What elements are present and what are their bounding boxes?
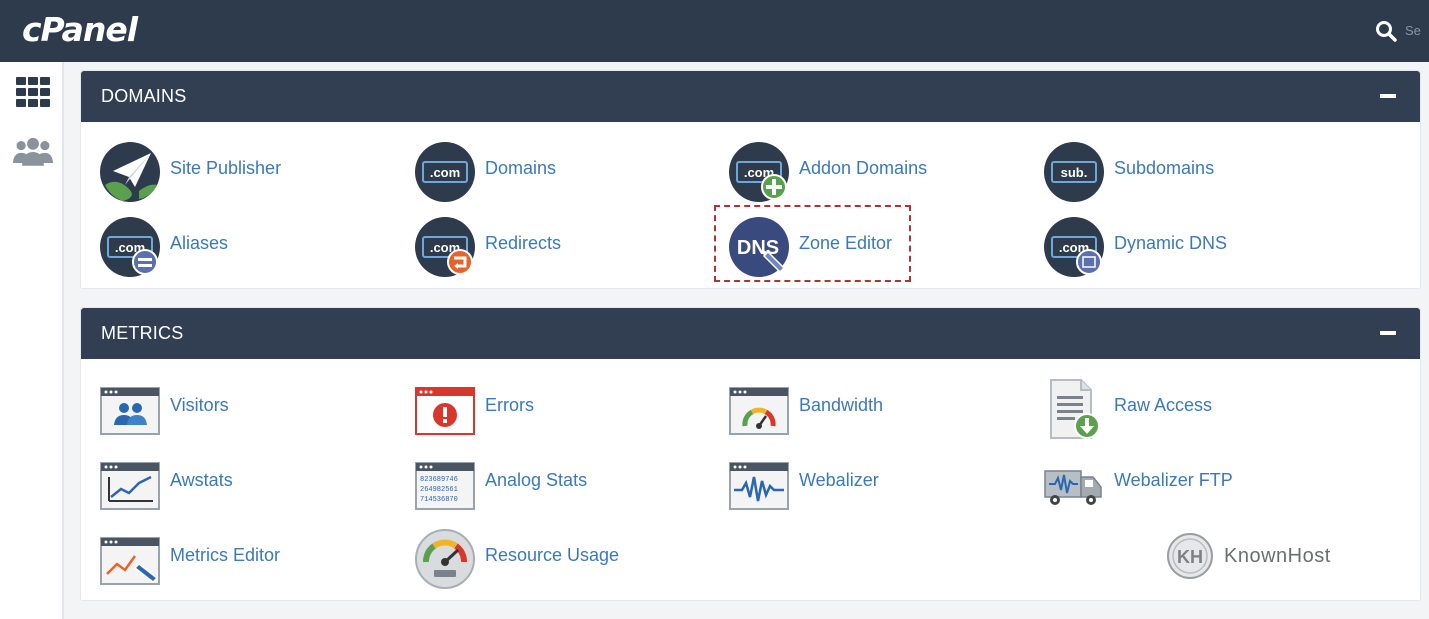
raw-access-label: Raw Access [1114, 395, 1213, 415]
svg-text:sub.: sub. [1061, 165, 1088, 180]
knownhost-watermark: KH KnownHost [1166, 532, 1366, 582]
collapse-icon[interactable] [1380, 331, 1396, 335]
aliases-label: Aliases [170, 233, 229, 253]
sidebar [0, 62, 64, 619]
awstats-link[interactable]: Awstats [81, 451, 381, 515]
dynamic-dns-label: Dynamic DNS [1114, 233, 1228, 253]
metrics-editor-icon [100, 537, 160, 585]
top-bar: cPanel Se [0, 0, 1429, 62]
dotcom-icon: .com [415, 142, 475, 202]
users-icon[interactable] [12, 134, 54, 170]
dotcom-redirect-icon: .com [415, 217, 475, 277]
dotcom-dyn-icon: .com [1044, 217, 1104, 277]
domains-panel-header[interactable]: DOMAINS [81, 71, 1420, 122]
webalizer-label: Webalizer [799, 470, 879, 490]
addon-domains-link[interactable]: .com Addon Domains [710, 139, 1010, 203]
visitors-icon [100, 387, 160, 435]
collapse-icon[interactable] [1380, 94, 1396, 98]
analog-stats-link[interactable]: 823689746 264982561 714536870 Analog Sta… [396, 451, 696, 515]
domains-label: Domains [485, 158, 557, 178]
svg-text:DNS: DNS [737, 237, 779, 259]
webalizer-ftp-link[interactable]: Webalizer FTP [1025, 451, 1325, 515]
tools-grid-icon[interactable] [12, 74, 54, 110]
errors-icon [415, 387, 475, 435]
dns-icon: DNS [729, 217, 789, 277]
redirects-link[interactable]: .com Redirects [396, 214, 696, 278]
errors-link[interactable]: Errors [396, 376, 696, 440]
metrics-editor-label: Metrics Editor [170, 545, 281, 565]
awstats-label: Awstats [170, 470, 233, 490]
svg-text:714536870: 714536870 [420, 496, 458, 504]
dotcom-equals-icon: .com [100, 217, 160, 277]
bandwidth-label: Bandwidth [799, 395, 884, 415]
domains-panel: DOMAINS Site Publisher .com Domains .com… [80, 70, 1421, 289]
subdomains-link[interactable]: sub. Subdomains [1025, 139, 1325, 203]
raw-access-link[interactable]: Raw Access [1025, 376, 1325, 440]
webalizer-ftp-truck-icon [1044, 470, 1102, 505]
zone-editor-label: Zone Editor [799, 233, 893, 253]
analog-stats-icon: 823689746 264982561 714536870 [415, 462, 475, 510]
svg-text:KH: KH [1177, 547, 1203, 567]
resource-usage-gauge-icon [415, 529, 475, 589]
svg-text:.com: .com [430, 165, 460, 180]
domains-panel-title: DOMAINS [101, 86, 187, 106]
resource-usage-link[interactable]: Resource Usage [396, 526, 696, 590]
svg-text:823689746: 823689746 [420, 476, 458, 484]
redirects-label: Redirects [485, 233, 562, 253]
dynamic-dns-link[interactable]: .com Dynamic DNS [1025, 214, 1325, 278]
addon-domains-label: Addon Domains [799, 158, 928, 178]
dotcom-plus-icon: .com [729, 142, 789, 202]
bandwidth-link[interactable]: Bandwidth [710, 376, 1010, 440]
bandwidth-gauge-icon [729, 387, 789, 435]
knownhost-logo-icon: KH [1167, 533, 1213, 579]
cpanel-logo[interactable]: cPanel [22, 10, 138, 49]
knownhost-text: KnownHost [1224, 545, 1331, 567]
search-icon[interactable] [1374, 19, 1398, 43]
domains-link[interactable]: .com Domains [396, 139, 696, 203]
zone-editor-link[interactable]: DNS Zone Editor [710, 214, 1010, 278]
visitors-link[interactable]: Visitors [81, 376, 381, 440]
analog-stats-label: Analog Stats [485, 470, 588, 490]
webalizer-icon [729, 462, 789, 510]
metrics-panel-title: METRICS [101, 323, 184, 343]
site-publisher-link[interactable]: Site Publisher [81, 139, 381, 203]
site-publisher-label: Site Publisher [170, 158, 282, 178]
aliases-link[interactable]: .com Aliases [81, 214, 381, 278]
search-input-placeholder[interactable]: Se [1405, 23, 1421, 38]
webalizer-link[interactable]: Webalizer [710, 451, 1010, 515]
visitors-label: Visitors [170, 395, 229, 415]
svg-text:264982561: 264982561 [420, 486, 458, 494]
paper-plane-globe-icon [100, 142, 160, 202]
errors-label: Errors [485, 395, 534, 415]
sub-icon: sub. [1044, 142, 1104, 202]
metrics-panel-header[interactable]: METRICS [81, 308, 1420, 359]
subdomains-label: Subdomains [1114, 158, 1215, 178]
search-area[interactable]: Se [1369, 14, 1429, 48]
webalizer-ftp-label: Webalizer FTP [1114, 470, 1233, 490]
metrics-editor-link[interactable]: Metrics Editor [81, 526, 381, 590]
raw-access-icon [1050, 379, 1100, 439]
resource-usage-label: Resource Usage [485, 545, 620, 565]
awstats-chart-icon [100, 462, 160, 510]
